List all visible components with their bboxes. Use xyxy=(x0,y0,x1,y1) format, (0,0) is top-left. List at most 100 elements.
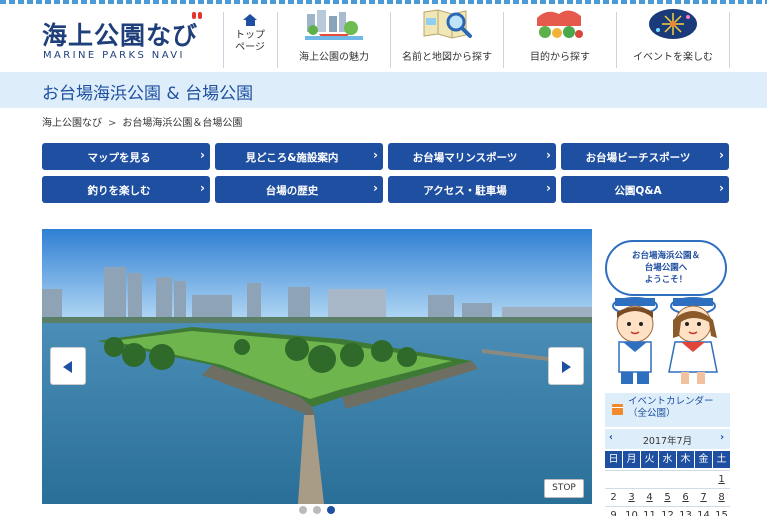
calendar-day[interactable]: 14 xyxy=(695,507,712,516)
weekday-label: 木 xyxy=(677,451,694,468)
nav-item-attractions[interactable]: 海上公園の魅力 xyxy=(278,8,390,66)
mascot-characters-illustration xyxy=(612,297,718,384)
history-button[interactable]: 台場の歴史 › xyxy=(215,176,383,203)
calendar-weekday-row: 日 月 火 水 木 金 土 xyxy=(605,451,730,468)
nav-divider xyxy=(729,12,730,68)
weekday-label: 水 xyxy=(659,451,676,468)
breadcrumb-current: お台場海浜公園＆台場公園 xyxy=(122,118,243,129)
calendar-next-month[interactable]: › xyxy=(720,432,724,443)
event-calendar-title: イベントカレンダー （全公園） xyxy=(628,396,728,420)
button-label: 釣りを楽しむ xyxy=(87,185,151,197)
calendar-day[interactable]: 3 xyxy=(623,489,640,506)
home-icon xyxy=(243,14,257,26)
slider-dot[interactable] xyxy=(313,506,321,514)
speech-bubble: お台場海浜公園＆ 台場公園へ ようこそ！ xyxy=(605,240,727,296)
welcome-text-line3: ようこそ！ xyxy=(644,275,688,285)
calendar-day[interactable]: 12 xyxy=(659,507,676,516)
chevron-right-icon: › xyxy=(719,181,724,195)
activities-icon xyxy=(537,10,583,38)
calendar-day[interactable]: 4 xyxy=(641,489,658,506)
nav-item-label: 海上公園の魅力 xyxy=(299,52,369,63)
arrow-right-icon xyxy=(562,361,571,373)
calendar-month-nav: ‹ 2017年7月 › xyxy=(605,429,730,449)
button-label: アクセス・駐車場 xyxy=(423,185,507,197)
button-label: 見どころ&施設案内 xyxy=(245,152,339,164)
logo-accent-icon xyxy=(192,12,204,22)
calendar-day[interactable]: 1 xyxy=(713,471,730,488)
nav-item-label: イベントを楽しむ xyxy=(633,52,713,63)
marine-sports-button[interactable]: お台場マリンスポーツ › xyxy=(388,143,556,170)
chevron-right-icon: › xyxy=(200,148,205,162)
weekday-label: 日 xyxy=(605,451,622,468)
calendar-day[interactable]: 5 xyxy=(659,489,676,506)
breadcrumb-separator: > xyxy=(108,118,117,129)
image-slider[interactable]: STOP xyxy=(42,229,592,504)
calendar-row-divider xyxy=(605,470,730,471)
park-qa-button[interactable]: 公園Q&A › xyxy=(561,176,729,203)
welcome-text: お台場海浜公園＆ 台場公園へ ようこそ！ xyxy=(615,250,717,286)
calendar-day[interactable]: 11 xyxy=(641,507,658,516)
nav-home-label-line1: トップ xyxy=(235,30,265,41)
calendar-day[interactable]: 6 xyxy=(677,489,694,506)
calendar-icon xyxy=(612,404,623,415)
nav-item-search-map[interactable]: 名前と地図から探す xyxy=(391,8,503,66)
chevron-right-icon: › xyxy=(546,148,551,162)
beach-sports-button[interactable]: お台場ビーチスポーツ › xyxy=(561,143,729,170)
calendar-day: 9 xyxy=(610,510,617,516)
park-buildings-icon xyxy=(305,10,363,40)
fishing-button[interactable]: 釣りを楽しむ › xyxy=(42,176,210,203)
map-button[interactable]: マップを見る › xyxy=(42,143,210,170)
weekday-label: 土 xyxy=(713,451,730,468)
logo-main-text: 海上公園なび xyxy=(42,21,199,50)
slide-photo xyxy=(42,229,592,504)
site-logo[interactable]: 海上公園なび MARINE PARKS NAVI xyxy=(42,12,207,66)
logo-sub-text: MARINE PARKS NAVI xyxy=(43,50,185,61)
slider-stop-button[interactable]: STOP xyxy=(544,479,584,498)
nav-item-label: 名前と地図から探す xyxy=(402,52,492,63)
calendar-month-label: 2017年7月 xyxy=(642,436,693,447)
calendar-day[interactable]: 8 xyxy=(713,489,730,506)
highlights-facilities-button[interactable]: 見どころ&施設案内 › xyxy=(215,143,383,170)
nav-item-purpose[interactable]: 目的から探す xyxy=(504,8,616,66)
nav-item-events[interactable]: イベントを楽しむ xyxy=(617,8,729,66)
breadcrumb-home-link[interactable]: 海上公園なび xyxy=(42,118,102,129)
calendar-title-line1: イベントカレンダー xyxy=(628,396,714,407)
calendar-day[interactable]: 13 xyxy=(677,507,694,516)
page-title: お台場海浜公園 & 台場公園 xyxy=(42,84,254,104)
weekday-label: 月 xyxy=(623,451,640,468)
welcome-text-line2: 台場公園へ xyxy=(644,263,688,273)
nav-item-label: 目的から探す xyxy=(530,52,590,63)
calendar-day[interactable]: 15 xyxy=(713,507,730,516)
chevron-right-icon: › xyxy=(719,148,724,162)
slider-next-button[interactable] xyxy=(548,347,584,385)
button-label: お台場ビーチスポーツ xyxy=(585,152,691,164)
chevron-right-icon: › xyxy=(373,148,378,162)
button-label: お台場マリンスポーツ xyxy=(412,152,518,164)
slider-dot[interactable] xyxy=(299,506,307,514)
slider-dot-active[interactable] xyxy=(327,506,335,514)
slider-prev-button[interactable] xyxy=(50,347,86,385)
calendar-day: 10 xyxy=(625,510,638,516)
nav-home-label-line2: ページ xyxy=(235,42,265,53)
button-label: 公園Q&A xyxy=(614,185,662,197)
chevron-right-icon: › xyxy=(373,181,378,195)
button-label: マップを見る xyxy=(87,152,151,164)
nav-home[interactable]: トップ ページ xyxy=(224,8,276,66)
calendar-day: 2 xyxy=(610,492,617,503)
title-bar: お台場海浜公園 & 台場公園 xyxy=(0,72,767,108)
welcome-text-line1: お台場海浜公園＆ xyxy=(631,251,700,261)
event-calendar-header[interactable]: イベントカレンダー （全公園） xyxy=(605,393,730,427)
chevron-right-icon: › xyxy=(546,181,551,195)
map-search-icon xyxy=(423,9,472,39)
chevron-right-icon: › xyxy=(200,181,205,195)
breadcrumb: 海上公園なび > お台場海浜公園＆台場公園 xyxy=(42,114,242,129)
nav-home-label: トップ ページ xyxy=(224,30,276,54)
arrow-left-icon xyxy=(63,361,72,373)
mascot-welcome-banner[interactable]: お台場海浜公園＆ 台場公園へ ようこそ！ xyxy=(601,236,731,388)
button-label: 台場の歴史 xyxy=(265,185,319,197)
calendar-title-line2: （全公園） xyxy=(628,408,676,419)
weekday-label: 金 xyxy=(695,451,712,468)
access-parking-button[interactable]: アクセス・駐車場 › xyxy=(388,176,556,203)
calendar-day[interactable]: 7 xyxy=(695,489,712,506)
fireworks-icon xyxy=(649,9,697,39)
